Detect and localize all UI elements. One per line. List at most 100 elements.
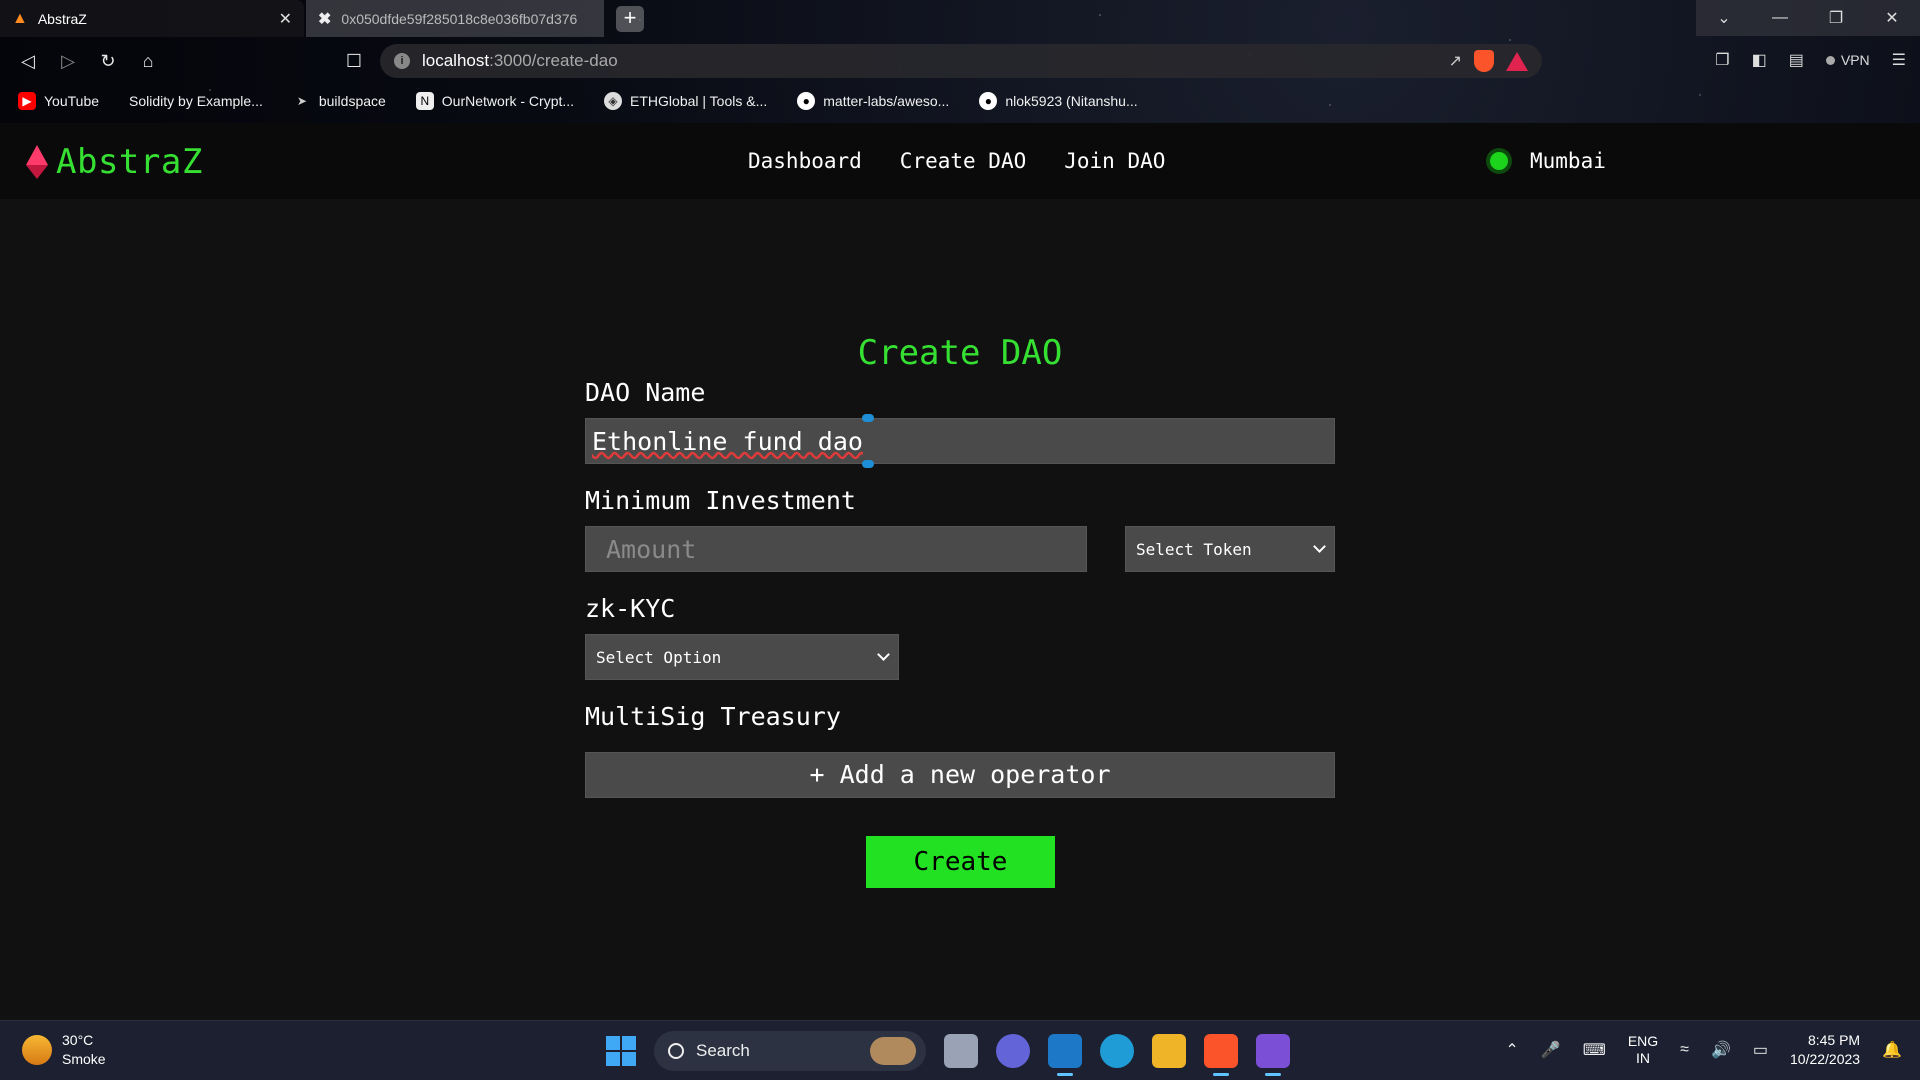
chevron-down-icon	[1313, 540, 1326, 553]
extensions-icon[interactable]: ❐	[1715, 50, 1729, 70]
tab-search-icon[interactable]: ⌄	[1696, 0, 1752, 36]
github-icon: ●	[979, 92, 998, 110]
bookmark-ournetwork[interactable]: N OurNetwork - Crypt...	[415, 92, 574, 110]
flame-icon: ▲	[12, 9, 28, 27]
browser-chrome: ▲ AbstraZ ✕ ✖ 0x050dfde59f285018c8e036fb…	[0, 0, 1920, 123]
selection-handle-bottom[interactable]	[862, 460, 874, 468]
nav-create-dao[interactable]: Create DAO	[900, 149, 1026, 173]
dao-name-input[interactable]: Ethonline fund dao	[585, 418, 1335, 464]
ournetwork-icon: N	[415, 92, 434, 110]
weather-widget[interactable]: 30°C Smoke	[22, 1031, 106, 1069]
vpn-button[interactable]: VPN	[1825, 52, 1870, 68]
app-logo[interactable]: AbstraZ	[26, 142, 203, 182]
site-info-icon[interactable]: i	[394, 53, 410, 69]
brave-icon[interactable]	[1204, 1034, 1238, 1076]
dao-name-value: Ethonline fund dao	[592, 426, 863, 456]
minimize-icon[interactable]: —	[1752, 0, 1808, 36]
selection-handle-top[interactable]	[862, 414, 874, 422]
nav-links: Dashboard Create DAO Join DAO	[748, 149, 1165, 173]
sidebar-icon[interactable]: ◧	[1752, 50, 1767, 70]
nav-join-dao[interactable]: Join DAO	[1064, 149, 1165, 173]
brave-rewards-icon[interactable]	[1506, 51, 1528, 71]
chevron-up-icon[interactable]: ⌃	[1505, 1040, 1518, 1060]
app-viewport: AbstraZ Dashboard Create DAO Join DAO Mu…	[0, 123, 1920, 1020]
bookmark-solidity[interactable]: Solidity by Example...	[129, 93, 263, 109]
tab-abstraz[interactable]: ▲ AbstraZ ✕	[0, 0, 304, 37]
wifi-icon[interactable]: ≈	[1680, 1041, 1689, 1059]
toolbar-right: ❐ ◧ ▤ VPN ☰	[1715, 50, 1906, 70]
network-indicator[interactable]: Mumbai	[1490, 149, 1606, 173]
taskbar-apps: Search	[606, 1031, 1290, 1076]
buildspace-icon: ➤	[296, 94, 307, 108]
file-explorer-icon[interactable]	[1152, 1034, 1186, 1068]
bookmarks-bar: ▶ YouTube Solidity by Example... ➤ buildsp…	[0, 88, 1920, 114]
notification-icon[interactable]: 🔔	[1882, 1040, 1902, 1060]
token-select[interactable]: Select Token	[1125, 526, 1335, 572]
battery-icon[interactable]: ▭	[1753, 1040, 1768, 1060]
keyboard-icon[interactable]: ⌨	[1583, 1040, 1606, 1060]
github-icon: ●	[797, 92, 816, 110]
url-text[interactable]: localhost:3000/create-dao	[422, 51, 1437, 71]
bookmark-ethglobal[interactable]: ◈ ETHGlobal | Tools &...	[604, 92, 767, 110]
search-icon	[668, 1043, 684, 1059]
bookmark-matter-labs[interactable]: ● matter-labs/aweso...	[797, 92, 949, 110]
close-window-icon[interactable]: ✕	[1864, 0, 1920, 36]
youtube-icon: ▶	[18, 92, 36, 110]
address-bar[interactable]: i localhost:3000/create-dao ↗	[380, 44, 1542, 78]
brave-shields-icon[interactable]	[1474, 50, 1494, 72]
app-navbar: AbstraZ Dashboard Create DAO Join DAO Mu…	[0, 123, 1920, 199]
tab-title: 0x050dfde59f285018c8e036fb07d376	[341, 10, 578, 27]
close-tab-icon[interactable]: ✕	[279, 9, 292, 29]
weather-desc: Smoke	[62, 1051, 106, 1067]
min-investment-label: Minimum Investment	[585, 486, 856, 515]
bookmark-youtube[interactable]: ▶ YouTube	[18, 92, 99, 110]
new-tab-button[interactable]: +	[616, 6, 644, 32]
share-icon[interactable]: ↗	[1449, 51, 1462, 71]
bookmark-buildspace[interactable]: ➤ buildspace	[293, 92, 386, 110]
start-icon[interactable]	[606, 1036, 636, 1066]
create-button[interactable]: Create	[866, 836, 1055, 888]
edge-icon[interactable]	[1100, 1034, 1134, 1068]
clipchamp-icon[interactable]	[1256, 1034, 1290, 1076]
ethereum-logo-icon	[26, 145, 48, 179]
bookmark-nlok5923[interactable]: ● nlok5923 (Nitanshu...	[979, 92, 1138, 110]
network-name: Mumbai	[1530, 149, 1606, 173]
language-indicator[interactable]: ENG IN	[1628, 1033, 1658, 1067]
multisig-treasury-label: MultiSig Treasury	[585, 702, 841, 731]
forward-icon[interactable]: ▷	[48, 51, 88, 72]
window-controls: ⌄ — ❐ ✕	[1696, 0, 1920, 36]
amount-input[interactable]: Amount	[585, 526, 1087, 572]
system-tray: ⌃ 🎤 ⌨ ENG IN ≈ 🔊 ▭ 8:45 PM 10/22/2023 🔔	[1505, 1031, 1902, 1069]
home-icon[interactable]: ⌂	[128, 51, 168, 72]
clock[interactable]: 8:45 PM 10/22/2023	[1790, 1031, 1860, 1069]
add-operator-button[interactable]: + Add a new operator	[585, 752, 1335, 798]
ethglobal-icon: ◈	[604, 92, 623, 110]
volume-icon[interactable]: 🔊	[1711, 1040, 1731, 1060]
zkkyc-label: zk-KYC	[585, 594, 676, 623]
teams-chat-icon[interactable]	[996, 1034, 1030, 1068]
reload-icon[interactable]: ↻	[88, 51, 128, 72]
dao-name-label: DAO Name	[585, 378, 706, 407]
page-title: Create DAO	[857, 333, 1063, 373]
microphone-icon[interactable]: 🎤	[1541, 1040, 1561, 1060]
network-status-dot	[1490, 152, 1508, 170]
zkkyc-select[interactable]: Select Option	[585, 634, 899, 680]
tab-tx[interactable]: ✖ 0x050dfde59f285018c8e036fb07d376	[306, 0, 604, 37]
search-highlight-image	[870, 1037, 916, 1065]
vscode-icon[interactable]	[1048, 1034, 1082, 1076]
wallet-icon[interactable]: ▤	[1789, 50, 1804, 70]
task-view-icon[interactable]	[944, 1034, 978, 1068]
weather-temp: 30°C	[62, 1032, 94, 1048]
windows-taskbar: 30°C Smoke Search ⌃ 🎤 ⌨ ENG IN ≈ 🔊 ▭ 8:4…	[0, 1020, 1920, 1080]
chevron-down-icon	[877, 648, 890, 661]
logo-text: AbstraZ	[56, 142, 203, 182]
restore-icon[interactable]: ❐	[1808, 0, 1864, 36]
nav-dashboard[interactable]: Dashboard	[748, 149, 862, 173]
browser-toolbar: ◁ ▷ ↻ ⌂ ☐ i localhost:3000/create-dao ↗ …	[0, 40, 1920, 82]
weather-icon	[22, 1035, 52, 1065]
bookmark-icon[interactable]: ☐	[334, 51, 374, 72]
x-logo-icon: ✖	[318, 10, 332, 28]
taskbar-search[interactable]: Search	[654, 1031, 926, 1071]
back-icon[interactable]: ◁	[8, 51, 48, 72]
menu-icon[interactable]: ☰	[1892, 50, 1906, 70]
